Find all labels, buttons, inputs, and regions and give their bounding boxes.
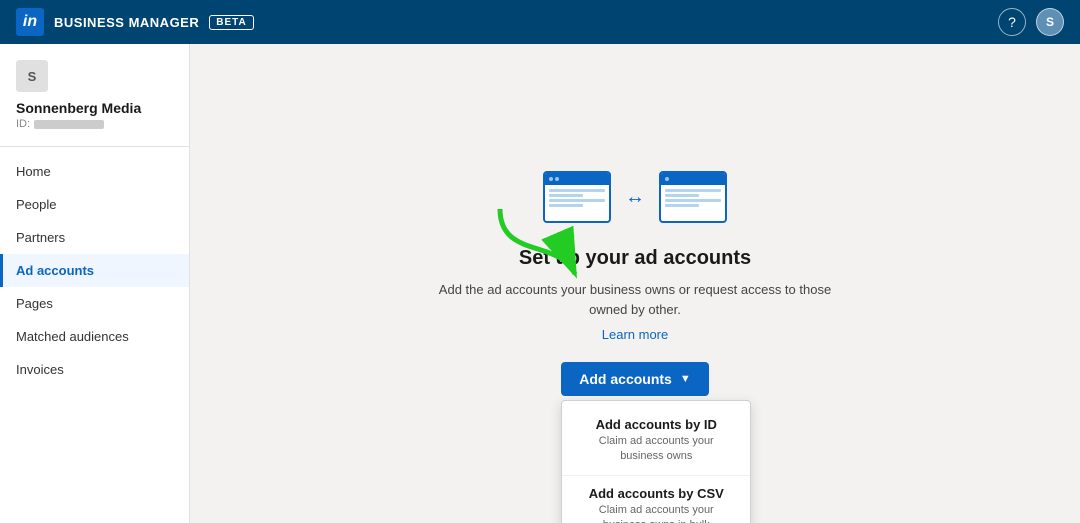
sidebar: S Sonnenberg Media ID: Home People Partn… — [0, 44, 190, 523]
sidebar-item-invoices[interactable]: Invoices — [0, 353, 189, 386]
browser-box-right — [659, 171, 727, 223]
topnav-left: in BUSINESS MANAGER BETA — [16, 8, 254, 36]
add-accounts-button[interactable]: Add accounts ▼ — [561, 362, 708, 396]
dropdown-item-by-id[interactable]: Add accounts by ID Claim ad accounts you… — [562, 407, 750, 476]
company-name: Sonnenberg Media — [16, 100, 173, 116]
dropdown-item-by-csv[interactable]: Add accounts by CSV Claim ad accounts yo… — [562, 476, 750, 523]
linkedin-logo: in — [16, 8, 44, 36]
beta-badge: BETA — [209, 15, 253, 30]
top-navigation: in BUSINESS MANAGER BETA ? S — [0, 0, 1080, 44]
sidebar-item-ad-accounts[interactable]: Ad accounts — [0, 254, 189, 287]
transfer-arrow-icon: ↔ — [625, 186, 645, 209]
sidebar-user-info: S Sonnenberg Media ID: — [0, 60, 189, 147]
dropdown-item-by-id-desc: Claim ad accounts your business owns — [578, 434, 734, 465]
sidebar-item-people[interactable]: People — [0, 188, 189, 221]
dropdown-item-by-csv-desc: Claim ad accounts your business owns in … — [578, 503, 734, 523]
biz-manager-label: BUSINESS MANAGER — [54, 15, 199, 30]
sidebar-item-matched-audiences[interactable]: Matched audiences — [0, 320, 189, 353]
add-accounts-dropdown: Add accounts by ID Claim ad accounts you… — [561, 400, 751, 523]
sidebar-item-partners[interactable]: Partners — [0, 221, 189, 254]
company-id-value — [34, 120, 104, 129]
sidebar-avatar: S — [16, 60, 48, 92]
sidebar-item-pages[interactable]: Pages — [0, 287, 189, 320]
green-arrow-indicator — [480, 199, 600, 304]
add-accounts-wrapper: Add accounts ▼ Add accounts by ID Claim … — [561, 362, 708, 396]
main-content: ↔ Set up your ad accounts Add the ad acc… — [190, 44, 1080, 523]
company-id: ID: — [16, 118, 173, 130]
sidebar-nav: Home People Partners Ad accounts Pages M… — [0, 155, 189, 386]
help-button[interactable]: ? — [998, 8, 1026, 36]
learn-more-link[interactable]: Learn more — [602, 327, 668, 342]
topnav-right: ? S — [998, 8, 1064, 36]
dropdown-item-by-id-title: Add accounts by ID — [578, 417, 734, 432]
dropdown-item-by-csv-title: Add accounts by CSV — [578, 486, 734, 501]
sidebar-item-home[interactable]: Home — [0, 155, 189, 188]
chevron-down-icon: ▼ — [680, 373, 691, 385]
user-avatar[interactable]: S — [1036, 8, 1064, 36]
main-layout: S Sonnenberg Media ID: Home People Partn… — [0, 44, 1080, 523]
